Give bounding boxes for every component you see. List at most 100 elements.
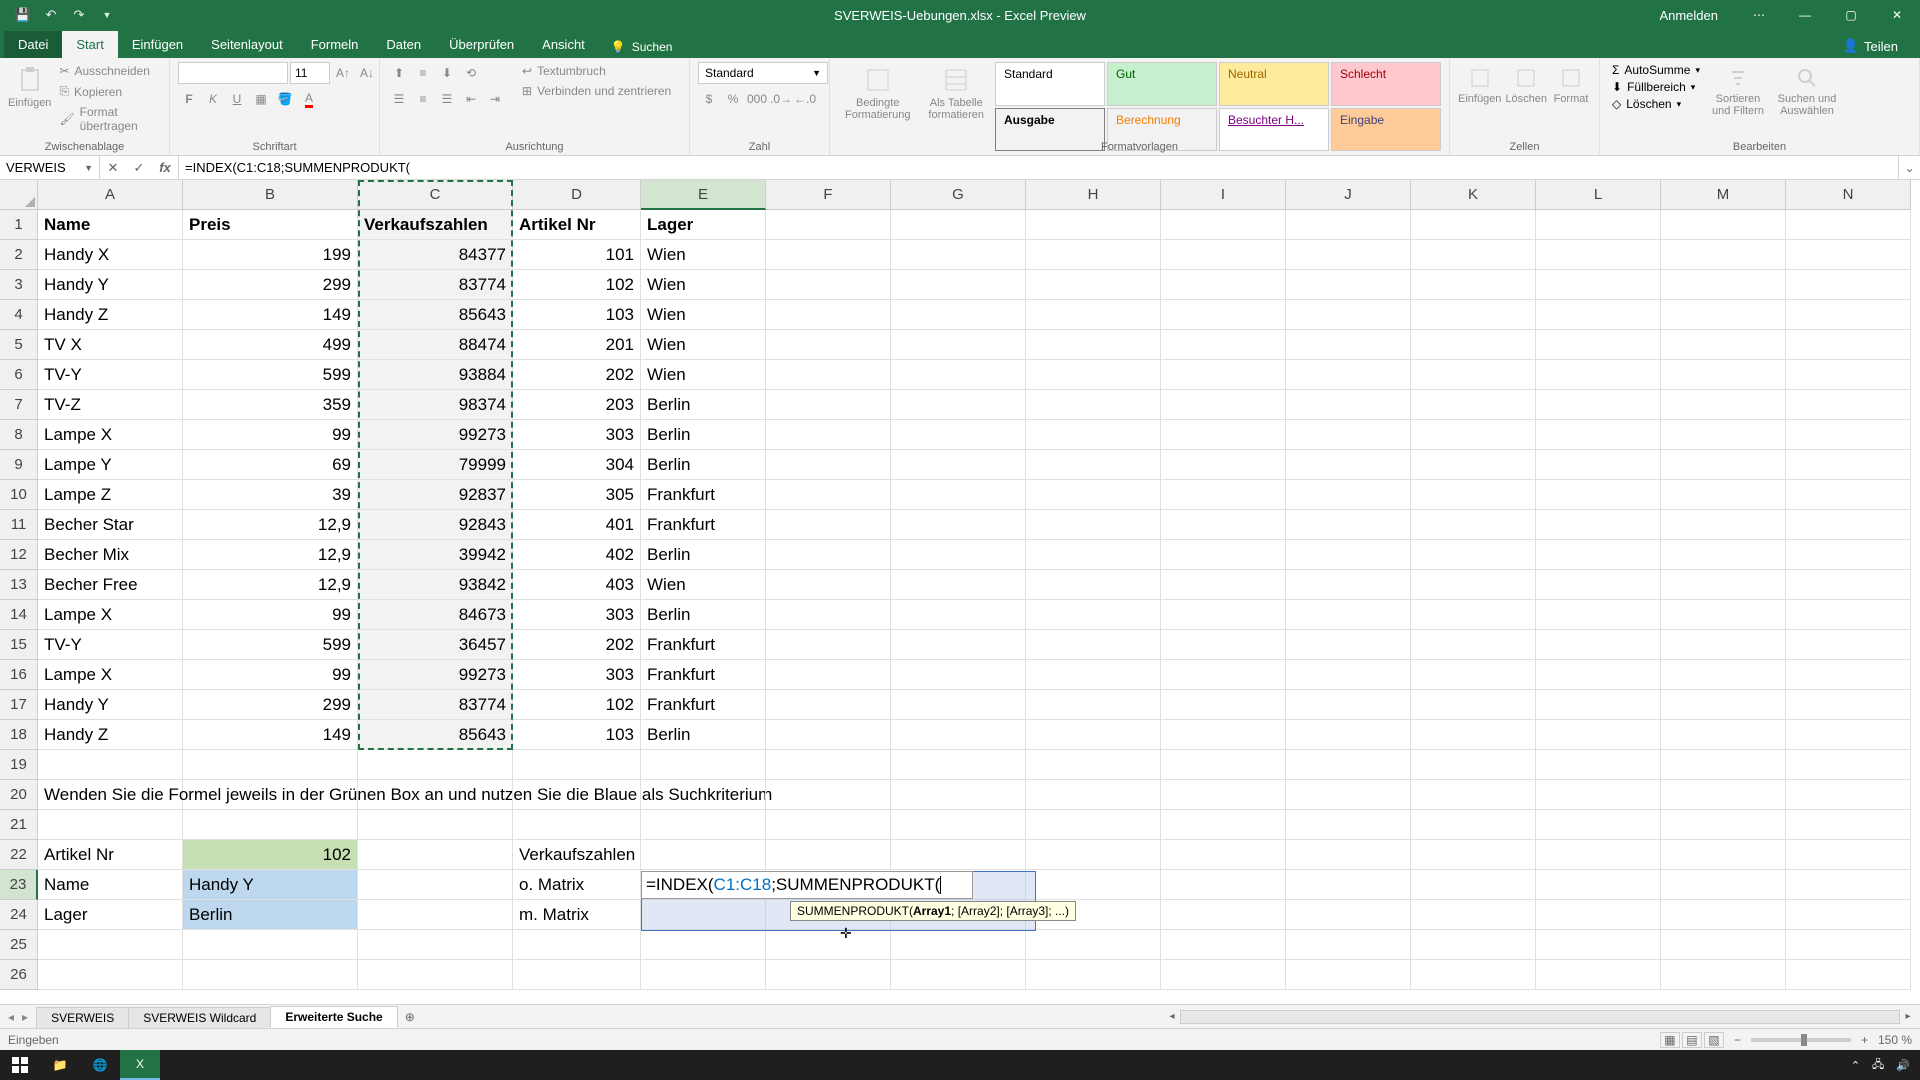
cell-B4[interactable]: 149: [183, 300, 358, 330]
hscroll-left-button[interactable]: ◂: [1164, 1009, 1180, 1025]
cell-H2[interactable]: [1026, 240, 1161, 270]
cell-N9[interactable]: [1786, 450, 1911, 480]
cell-E7[interactable]: Berlin: [641, 390, 766, 420]
cell-F2[interactable]: [766, 240, 891, 270]
cell-E1[interactable]: Lager: [641, 210, 766, 240]
cell-B20[interactable]: [183, 780, 358, 810]
insert-cells-button[interactable]: Einfügen: [1458, 62, 1501, 151]
cell-F19[interactable]: [766, 750, 891, 780]
row-header-10[interactable]: 10: [0, 480, 38, 510]
cell-M22[interactable]: [1661, 840, 1786, 870]
cell-F17[interactable]: [766, 690, 891, 720]
row-header-9[interactable]: 9: [0, 450, 38, 480]
bold-button[interactable]: F: [178, 88, 200, 110]
cell-G26[interactable]: [891, 960, 1026, 990]
cell-K2[interactable]: [1411, 240, 1536, 270]
tab-formulas[interactable]: Formeln: [297, 31, 373, 58]
undo-button[interactable]: ↶: [38, 2, 64, 28]
cell-B15[interactable]: 599: [183, 630, 358, 660]
col-header-K[interactable]: K: [1411, 180, 1536, 210]
cell-J6[interactable]: [1286, 360, 1411, 390]
cell-L9[interactable]: [1536, 450, 1661, 480]
cell-L8[interactable]: [1536, 420, 1661, 450]
italic-button[interactable]: K: [202, 88, 224, 110]
cell-E10[interactable]: Frankfurt: [641, 480, 766, 510]
cell-F10[interactable]: [766, 480, 891, 510]
cell-D5[interactable]: 201: [513, 330, 641, 360]
cell-A26[interactable]: [38, 960, 183, 990]
cell-F13[interactable]: [766, 570, 891, 600]
cell-J11[interactable]: [1286, 510, 1411, 540]
cell-N5[interactable]: [1786, 330, 1911, 360]
cell-L18[interactable]: [1536, 720, 1661, 750]
cell-J16[interactable]: [1286, 660, 1411, 690]
col-header-C[interactable]: C: [358, 180, 513, 210]
cell-C21[interactable]: [358, 810, 513, 840]
align-bottom-button[interactable]: ⬇: [436, 62, 458, 84]
cell-K3[interactable]: [1411, 270, 1536, 300]
row-header-26[interactable]: 26: [0, 960, 38, 990]
cell-L10[interactable]: [1536, 480, 1661, 510]
tray-chevron-icon[interactable]: ⌃: [1851, 1059, 1860, 1072]
cell-H4[interactable]: [1026, 300, 1161, 330]
cell-E8[interactable]: Berlin: [641, 420, 766, 450]
cell-K23[interactable]: [1411, 870, 1536, 900]
style-gut[interactable]: Gut: [1107, 62, 1217, 106]
sheet-nav-first-button[interactable]: ◂: [8, 1010, 14, 1024]
cell-H13[interactable]: [1026, 570, 1161, 600]
row-header-19[interactable]: 19: [0, 750, 38, 780]
cell-H22[interactable]: [1026, 840, 1161, 870]
excel-taskbar-button[interactable]: X: [120, 1050, 160, 1080]
spreadsheet-grid[interactable]: ABCDEFGHIJKLMN1NamePreisVerkaufszahlenAr…: [0, 180, 1920, 1004]
row-header-15[interactable]: 15: [0, 630, 38, 660]
cell-J18[interactable]: [1286, 720, 1411, 750]
cell-I3[interactable]: [1161, 270, 1286, 300]
cell-J20[interactable]: [1286, 780, 1411, 810]
cell-D24[interactable]: m. Matrix: [513, 900, 641, 930]
row-header-12[interactable]: 12: [0, 540, 38, 570]
copy-button[interactable]: ⎘Kopieren: [55, 82, 161, 101]
cell-K20[interactable]: [1411, 780, 1536, 810]
cell-B25[interactable]: [183, 930, 358, 960]
tell-me-search[interactable]: 💡 Suchen: [599, 36, 685, 58]
row-header-6[interactable]: 6: [0, 360, 38, 390]
cell-N12[interactable]: [1786, 540, 1911, 570]
redo-button[interactable]: ↷: [66, 2, 92, 28]
cell-H19[interactable]: [1026, 750, 1161, 780]
cell-N26[interactable]: [1786, 960, 1911, 990]
col-header-B[interactable]: B: [183, 180, 358, 210]
zoom-slider[interactable]: [1751, 1038, 1851, 1042]
cell-F8[interactable]: [766, 420, 891, 450]
cell-N23[interactable]: [1786, 870, 1911, 900]
cell-styles-gallery[interactable]: Standard Gut Neutral Schlecht Ausgabe Be…: [995, 62, 1441, 151]
sheet-nav-last-button[interactable]: ▸: [22, 1010, 28, 1024]
cell-L2[interactable]: [1536, 240, 1661, 270]
cell-G17[interactable]: [891, 690, 1026, 720]
cell-I8[interactable]: [1161, 420, 1286, 450]
cell-J4[interactable]: [1286, 300, 1411, 330]
cell-I7[interactable]: [1161, 390, 1286, 420]
cell-J9[interactable]: [1286, 450, 1411, 480]
cell-I14[interactable]: [1161, 600, 1286, 630]
cell-F7[interactable]: [766, 390, 891, 420]
cell-D19[interactable]: [513, 750, 641, 780]
cell-M7[interactable]: [1661, 390, 1786, 420]
cell-B26[interactable]: [183, 960, 358, 990]
cell-M16[interactable]: [1661, 660, 1786, 690]
cell-L16[interactable]: [1536, 660, 1661, 690]
tab-view[interactable]: Ansicht: [528, 31, 599, 58]
tab-data[interactable]: Daten: [372, 31, 435, 58]
cell-N16[interactable]: [1786, 660, 1911, 690]
cell-E22[interactable]: [641, 840, 766, 870]
row-header-1[interactable]: 1: [0, 210, 38, 240]
cell-F6[interactable]: [766, 360, 891, 390]
cell-N8[interactable]: [1786, 420, 1911, 450]
cell-A4[interactable]: Handy Z: [38, 300, 183, 330]
cell-N2[interactable]: [1786, 240, 1911, 270]
row-header-11[interactable]: 11: [0, 510, 38, 540]
cell-C5[interactable]: 88474: [358, 330, 513, 360]
cell-E25[interactable]: [641, 930, 766, 960]
cell-C13[interactable]: 93842: [358, 570, 513, 600]
col-header-G[interactable]: G: [891, 180, 1026, 210]
fill-button[interactable]: ⬇Füllbereich▾: [1608, 79, 1704, 95]
